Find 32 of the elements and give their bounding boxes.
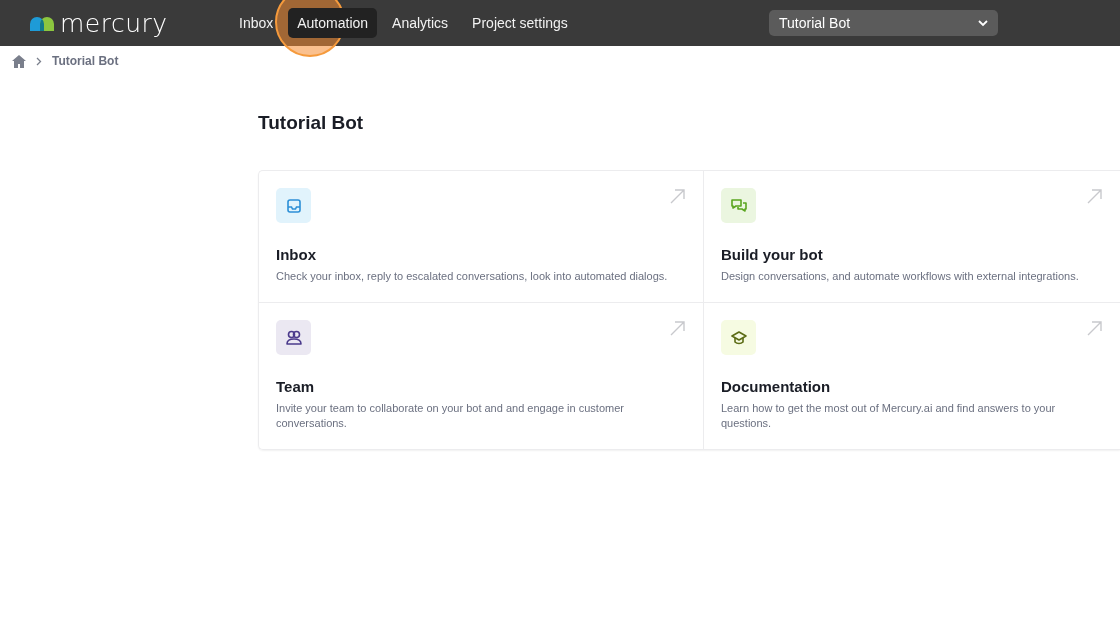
chevron-right-icon — [36, 56, 42, 66]
home-icon[interactable] — [12, 54, 26, 68]
chevron-down-icon — [978, 19, 988, 27]
arrow-up-right-icon[interactable] — [1087, 321, 1102, 336]
arrow-up-right-icon[interactable] — [670, 189, 685, 204]
card-title: Inbox — [276, 246, 317, 263]
logo-icon — [30, 15, 54, 31]
feature-card[interactable]: Documentation Learn how to get the most out of Mercury.ai and find answers to your questions. — [704, 303, 1120, 449]
feature-card[interactable]: Build your bot Design conversations, and automate workflows with external integrations. — [704, 171, 1120, 303]
chat-bubbles-icon — [730, 198, 747, 213]
page-title: Tutorial Bot — [258, 112, 365, 134]
card-title: Build your bot — [721, 246, 824, 263]
graduation-cap-icon — [730, 330, 747, 345]
breadcrumb-current: Tutorial Bot — [52, 54, 119, 68]
card-description: Design conversations, and automate workflows with external integrations. — [721, 269, 1080, 284]
arrow-up-right-icon[interactable] — [1087, 189, 1102, 204]
nav-tab[interactable]: Project settings — [463, 8, 577, 38]
card-description: Invite your team to collaborate on your bot and and engage in customer conversations. — [276, 401, 625, 431]
nav-tab[interactable]: Inbox — [230, 8, 283, 38]
card-description: Check your inbox, reply to escalated conversations, look into automated dialogs. — [276, 269, 669, 284]
project-select[interactable]: Tutorial Bot — [769, 10, 998, 36]
card-description: Learn how to get the most out of Mercury.ai and find answers to your questions. — [721, 401, 1057, 431]
nav-tab[interactable]: Analytics — [383, 8, 458, 38]
card-title: Documentation — [721, 378, 832, 395]
feature-card[interactable]: Team Invite your team to collaborate on your bot and and engage in customer conversations. — [259, 303, 704, 449]
arrow-up-right-icon[interactable] — [670, 321, 685, 336]
nav-tab[interactable]: Automation — [288, 8, 378, 38]
feature-card[interactable]: Inbox Check your inbox, reply to escalated conversations, look into automated dialogs. — [259, 171, 704, 303]
inbox-icon — [286, 198, 301, 213]
logo-text: mercury — [60, 8, 168, 38]
card-title: Team — [276, 378, 316, 395]
people-icon — [285, 330, 302, 345]
